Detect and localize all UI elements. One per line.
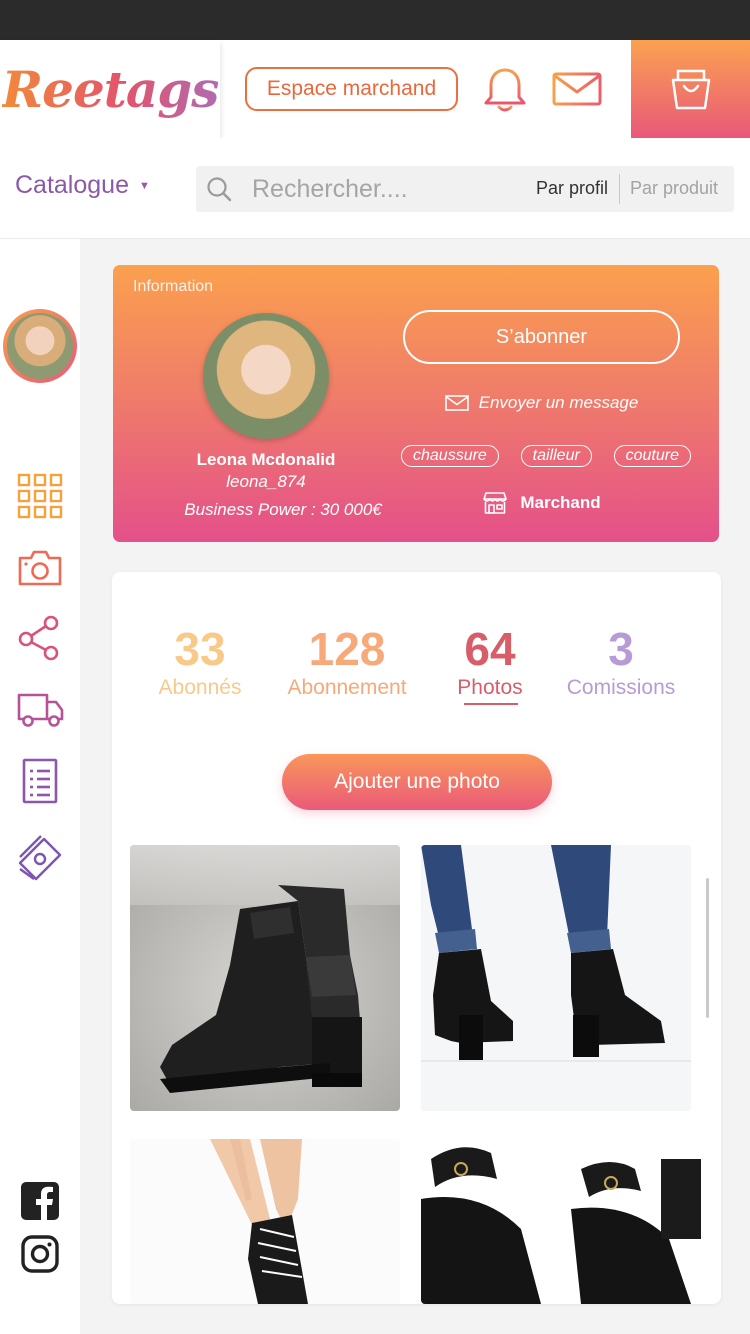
- search-field: Par profil Par produit: [196, 166, 734, 212]
- stat-photos[interactable]: 64 Photos: [444, 626, 536, 700]
- logo-text: Reetags: [1, 59, 220, 119]
- filter-by-product[interactable]: Par produit: [630, 178, 718, 199]
- profile-photo[interactable]: [203, 313, 329, 439]
- search-icon[interactable]: [206, 176, 232, 202]
- cart-button[interactable]: [631, 40, 750, 138]
- sidebar: [0, 239, 80, 1334]
- chevron-down-icon: ▼: [138, 180, 150, 193]
- bell-icon[interactable]: [482, 66, 528, 114]
- search-input[interactable]: [252, 171, 522, 207]
- stat-photos-value: 64: [464, 623, 516, 675]
- send-message-link[interactable]: Envoyer un message: [403, 393, 680, 413]
- merchant-role: Marchand: [403, 491, 680, 515]
- catalogue-dropdown[interactable]: Catalogue ▼: [15, 171, 150, 200]
- facebook-icon[interactable]: [21, 1182, 59, 1220]
- stat-followers[interactable]: 33 Abonnés: [152, 626, 248, 700]
- profile-handle: leona_874: [226, 472, 306, 491]
- send-message-label: Envoyer un message: [478, 393, 639, 412]
- stats-card: 33 Abonnés 128 Abonnement 64 Photos 3 Co…: [112, 572, 721, 1304]
- business-power: Business Power : 30 000€: [184, 500, 382, 519]
- truck-icon[interactable]: [16, 685, 64, 733]
- tag-list: chaussure tailleur couture: [401, 445, 691, 467]
- top-bar: Reetags Espace marchand: [0, 40, 750, 138]
- grid-icon[interactable]: [16, 472, 64, 520]
- active-tab-underline: [464, 703, 518, 705]
- stat-subscriptions-label: Abonnement: [287, 676, 407, 699]
- photo-heels-1[interactable]: [130, 1139, 400, 1304]
- shopping-bag-icon: [671, 69, 710, 110]
- status-bar: [0, 0, 750, 40]
- camera-icon[interactable]: [16, 544, 64, 592]
- merchant-space-button[interactable]: Espace marchand: [245, 67, 458, 111]
- stat-commissions-value: 3: [608, 623, 634, 675]
- stat-commissions-label: Comissions: [566, 676, 676, 699]
- tag-couture[interactable]: couture: [613, 445, 691, 467]
- subscribe-button[interactable]: S’abonner: [403, 310, 680, 364]
- merchant-role-label: Marchand: [520, 493, 601, 512]
- filter-divider: [619, 174, 620, 204]
- avatar-image: [7, 313, 73, 379]
- stat-subscriptions-value: 128: [308, 623, 386, 675]
- catalogue-label: Catalogue: [15, 171, 129, 199]
- instagram-icon[interactable]: [21, 1235, 59, 1273]
- money-icon[interactable]: [16, 833, 64, 881]
- photo-heels-2[interactable]: [421, 1139, 701, 1304]
- search-bar: Catalogue ▼ Par profil Par produit: [0, 138, 750, 239]
- stat-followers-value: 33: [174, 623, 226, 675]
- photo-boots-2[interactable]: [421, 845, 691, 1111]
- sidebar-avatar[interactable]: [3, 309, 77, 383]
- stat-subscriptions[interactable]: 128 Abonnement: [277, 626, 417, 700]
- add-photo-button[interactable]: Ajouter une photo: [282, 754, 552, 810]
- share-icon[interactable]: [16, 613, 64, 661]
- scrollbar-thumb[interactable]: [706, 878, 709, 1018]
- tag-chaussure[interactable]: chaussure: [401, 445, 499, 467]
- document-list-icon[interactable]: [16, 757, 64, 805]
- tag-tailleur[interactable]: tailleur: [520, 445, 592, 467]
- section-label: Information: [133, 278, 214, 295]
- filter-by-profile[interactable]: Par profil: [536, 178, 608, 199]
- stat-commissions[interactable]: 3 Comissions: [556, 626, 686, 700]
- mail-icon[interactable]: [552, 72, 602, 106]
- stat-followers-label: Abonnés: [158, 676, 242, 699]
- logo[interactable]: Reetags: [0, 40, 220, 138]
- envelope-icon: [444, 395, 469, 411]
- profile-info-card: Information Leona Mcdonalid leona_874 Bu…: [113, 265, 719, 542]
- photo-boots-1[interactable]: [130, 845, 400, 1111]
- profile-name: Leona Mcdonalid: [196, 450, 336, 469]
- storefront-icon: [483, 492, 508, 514]
- stat-photos-label: Photos: [457, 676, 523, 699]
